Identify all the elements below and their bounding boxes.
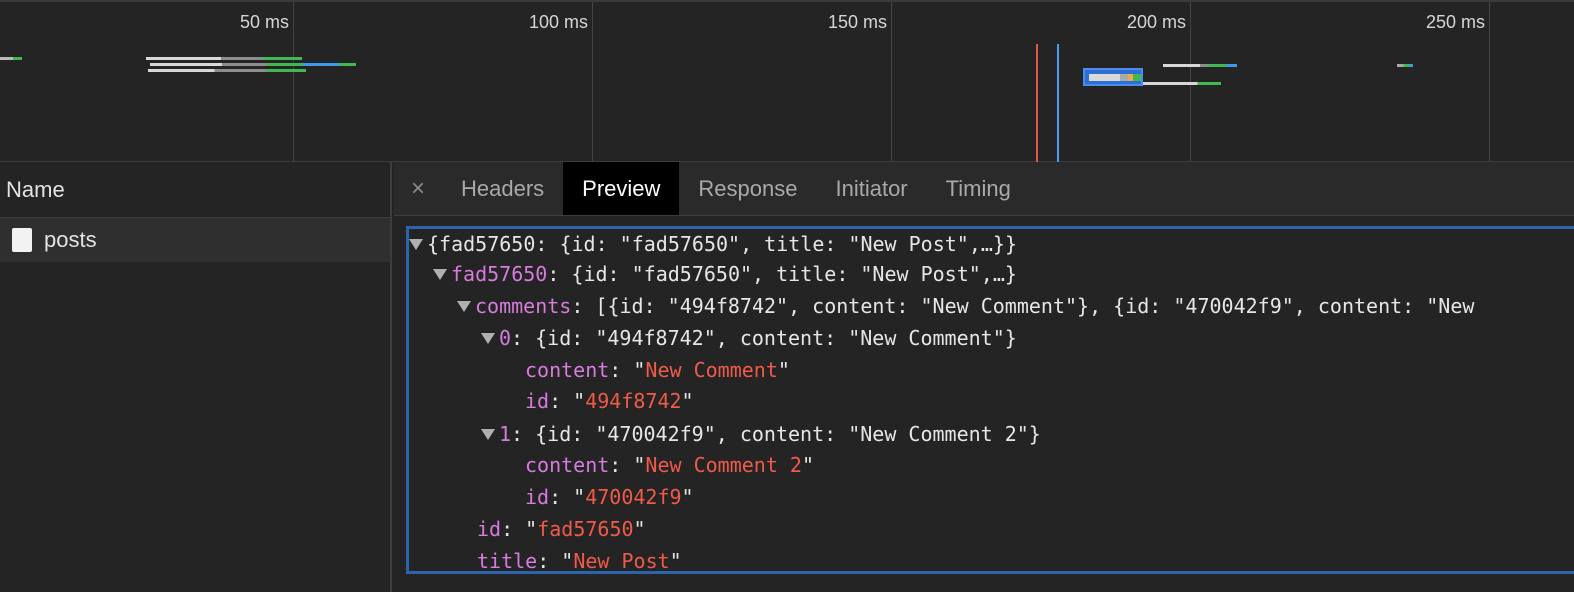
tree-node-comment-1[interactable]: 1: {id: "470042f9", content: "New Commen… [481,419,1041,449]
node-summary: {fad57650: {id: "fad57650", title: "New … [427,232,1018,256]
node-key: 0 [499,326,512,350]
node-key: title [477,549,538,573]
document-icon [12,228,32,252]
node-summary: : {id: "470042f9", content: "New Comment… [511,422,1041,446]
node-value: New Comment [645,358,778,382]
node-summary: : {id: "fad57650", title: "New Post",…} [547,262,1017,286]
node-key: 1 [499,422,512,446]
expand-triangle-icon[interactable] [457,301,471,312]
tick-line [891,2,892,162]
tick-line [1489,2,1490,162]
domcontentloaded-marker [1057,44,1059,162]
node-value: New Post [573,549,670,573]
tree-node-post[interactable]: fad57650: {id: "fad57650", title: "New P… [433,259,1017,289]
tree-leaf[interactable]: id: "494f8742" [525,386,694,416]
node-value: 470042f9 [585,485,682,509]
expand-triangle-icon[interactable] [409,239,423,250]
tree-leaf[interactable]: id: "fad57650" [477,514,646,544]
json-preview-tree[interactable]: {fad57650: {id: "fad57650", title: "New … [406,226,1574,574]
tree-leaf[interactable]: id: "470042f9" [525,482,694,512]
node-value: fad57650 [537,517,634,541]
tree-node-comment-0[interactable]: 0: {id: "494f8742", content: "New Commen… [481,323,1017,353]
request-bar[interactable] [150,63,356,66]
tab-timing[interactable]: Timing [927,162,1030,215]
tick-label: 150 ms [827,12,887,32]
selected-request-fill [1089,74,1141,81]
close-icon[interactable]: × [394,162,442,215]
node-value: New Comment 2 [645,453,802,477]
tick-line [293,2,294,162]
tab-headers[interactable]: Headers [442,162,563,215]
tree-leaf[interactable]: title: "New Post" [477,546,682,573]
request-list-panel: Name posts [0,162,392,592]
name-column-header[interactable]: Name [0,162,390,218]
request-detail-panel: × Headers Preview Response Initiator Tim… [394,162,1574,592]
tick-label: 250 ms [1425,12,1485,32]
expand-triangle-icon[interactable] [481,333,495,344]
request-bar[interactable] [148,69,306,72]
node-key: id [525,485,550,509]
node-key: content [525,453,610,477]
tree-leaf[interactable]: content: "New Comment 2" [525,450,814,480]
detail-tabbar: × Headers Preview Response Initiator Tim… [394,162,1574,216]
node-key: comments [475,294,572,318]
tab-preview[interactable]: Preview [563,162,680,215]
node-key: id [525,389,550,413]
selected-request-bar[interactable] [1083,68,1143,86]
tab-initiator[interactable]: Initiator [816,162,926,215]
tree-leaf[interactable]: content: "New Comment" [525,355,790,385]
tab-response[interactable]: Response [679,162,816,215]
request-bar[interactable] [1163,64,1237,67]
tick-label: 50 ms [239,12,289,32]
request-bar[interactable] [1397,64,1413,67]
node-summary: : [{id: "494f8742", content: "New Commen… [571,294,1475,318]
request-bar[interactable] [146,57,302,60]
node-key: content [525,358,610,382]
node-value: 494f8742 [585,389,682,413]
request-bar[interactable] [0,57,22,60]
request-bar[interactable] [1143,82,1221,85]
tick-line [592,2,593,162]
tree-node-comments[interactable]: comments: [{id: "494f8742", content: "Ne… [457,291,1474,321]
timeline-overview[interactable]: 50 ms 100 ms 150 ms 200 ms 250 ms [0,0,1574,162]
node-key: fad57650 [451,262,548,286]
expand-triangle-icon[interactable] [481,429,495,440]
tick-label: 200 ms [1126,12,1186,32]
node-key: id [477,517,502,541]
node-summary: : {id: "494f8742", content: "New Comment… [511,326,1017,350]
name-header-label: Name [6,176,65,202]
request-row-posts[interactable]: posts [0,218,390,262]
request-name: posts [44,227,97,252]
tick-label: 100 ms [528,12,588,32]
expand-triangle-icon[interactable] [433,269,447,280]
tree-node-root[interactable]: {fad57650: {id: "fad57650", title: "New … [409,229,1017,259]
load-marker [1036,44,1038,162]
